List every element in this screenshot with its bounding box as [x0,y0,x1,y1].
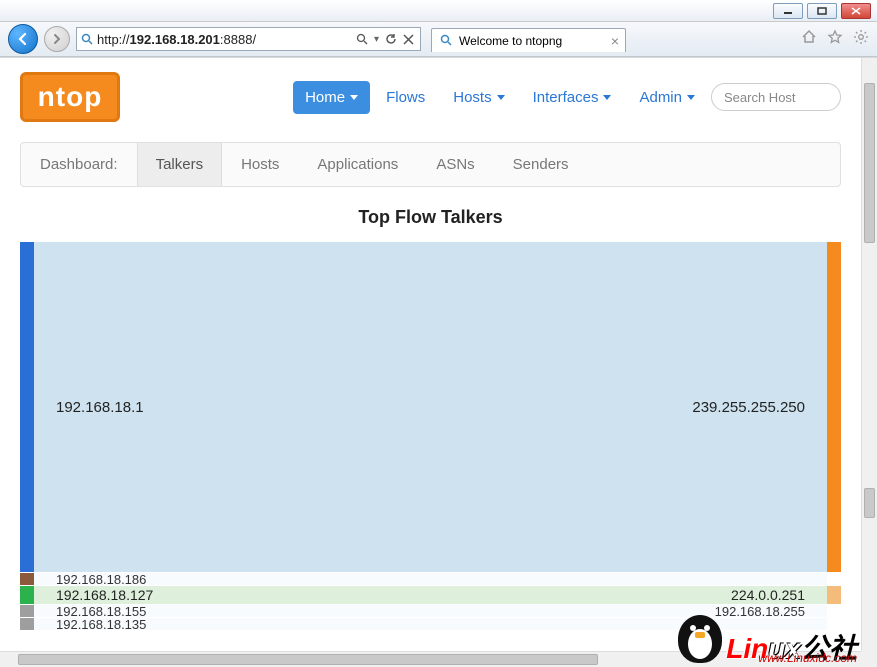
tab-applications[interactable]: Applications [298,143,417,186]
page-viewport: ntop Home Flows Hosts Interfaces Admin [0,57,877,667]
scrollbar-corner [861,651,877,667]
dest-node-empty [827,573,841,585]
nav-interfaces-label: Interfaces [533,89,599,106]
dest-host-label: 239.255.255.250 [692,399,805,416]
chevron-down-icon [497,95,505,100]
scrollbar-thumb[interactable] [18,654,598,665]
site-header: ntop Home Flows Hosts Interfaces Admin [20,70,841,124]
refresh-icon[interactable] [385,33,397,45]
source-node [20,605,34,617]
ntop-logo[interactable]: ntop [20,72,120,122]
tab-talkers[interactable]: Talkers [137,143,223,186]
flow-row[interactable]: 192.168.18.135 [20,618,841,630]
dest-node [827,586,841,604]
tab-hosts[interactable]: Hosts [222,143,298,186]
address-bar[interactable]: http://192.168.18.201:8888/ ▾ [76,27,421,51]
nav-admin[interactable]: Admin [627,81,707,114]
dest-host-label: 192.168.18.255 [715,604,805,619]
source-node [20,586,34,604]
source-node [20,242,34,572]
maximize-button[interactable] [807,3,837,19]
chevron-down-icon [603,95,611,100]
search-icon [77,33,97,46]
browser-tab[interactable]: Welcome to ntopng × [431,28,626,52]
source-host-label: 192.168.18.186 [56,572,146,587]
tab-close-icon[interactable]: × [611,34,619,48]
dashboard-label: Dashboard: [21,143,137,186]
dropdown-icon[interactable]: ▾ [374,34,379,45]
search-go-icon[interactable] [356,33,368,45]
vertical-scrollbar[interactable] [861,58,877,651]
tab-title: Welcome to ntopng [459,34,562,48]
flow-row[interactable]: 192.168.18.127 224.0.0.251 [20,586,841,604]
flow-band: 192.168.18.1 239.255.255.250 [34,242,827,572]
flow-row[interactable]: 192.168.18.155 192.168.18.255 [20,605,841,617]
search-input[interactable]: Search Host [711,83,841,111]
tab-favicon-search-icon [440,34,453,47]
horizontal-scrollbar[interactable] [0,651,861,667]
minimize-button[interactable] [773,3,803,19]
flow-band: 192.168.18.186 [34,573,827,585]
browser-right-icons [801,29,869,49]
source-host-label: 192.168.18.135 [56,617,146,632]
home-icon[interactable] [801,29,817,49]
browser-toolbar: http://192.168.18.201:8888/ ▾ Welcome to… [0,22,877,57]
chart-title: Top Flow Talkers [20,207,841,228]
window-titlebar [0,0,877,22]
chevron-down-icon [350,95,358,100]
source-node [20,618,34,630]
nav-home[interactable]: Home [293,81,370,114]
dest-node-empty [827,618,841,630]
tab-strip: Welcome to ntopng × [431,26,626,52]
dest-host-label: 224.0.0.251 [731,587,805,603]
nav-home-label: Home [305,89,345,106]
source-host-label: 192.168.18.127 [56,587,153,603]
scrollbar-thumb[interactable] [864,488,875,518]
nav-back-button[interactable] [8,24,38,54]
nav-flows[interactable]: Flows [374,81,437,114]
settings-icon[interactable] [853,29,869,49]
url-text: http://192.168.18.201:8888/ [97,32,350,47]
flow-band: 192.168.18.127 224.0.0.251 [34,586,827,604]
nav-hosts-label: Hosts [453,89,491,106]
favorites-icon[interactable] [827,29,843,49]
search-placeholder: Search Host [724,90,796,105]
chevron-down-icon [687,95,695,100]
source-host-label: 192.168.18.1 [56,399,144,416]
dest-node [827,242,841,572]
close-button[interactable] [841,3,871,19]
dashboard-tabs: Dashboard: Talkers Hosts Applications AS… [20,142,841,187]
dest-node-empty [827,605,841,617]
tab-asns[interactable]: ASNs [417,143,493,186]
nav-hosts[interactable]: Hosts [441,81,516,114]
sankey-chart: 192.168.18.1 239.255.255.250 192.168.18.… [20,242,841,630]
flow-band: 192.168.18.155 192.168.18.255 [34,605,827,617]
source-node [20,573,34,585]
nav-interfaces[interactable]: Interfaces [521,81,624,114]
address-bar-tools: ▾ [350,33,420,45]
flow-band: 192.168.18.135 [34,618,827,630]
flow-row[interactable]: 192.168.18.1 239.255.255.250 [20,242,841,572]
tab-senders[interactable]: Senders [494,143,588,186]
scrollbar-thumb[interactable] [864,83,875,243]
flow-row[interactable]: 192.168.18.186 [20,573,841,585]
nav-admin-label: Admin [639,89,682,106]
stop-icon[interactable] [403,34,414,45]
nav-forward-button[interactable] [44,26,70,52]
